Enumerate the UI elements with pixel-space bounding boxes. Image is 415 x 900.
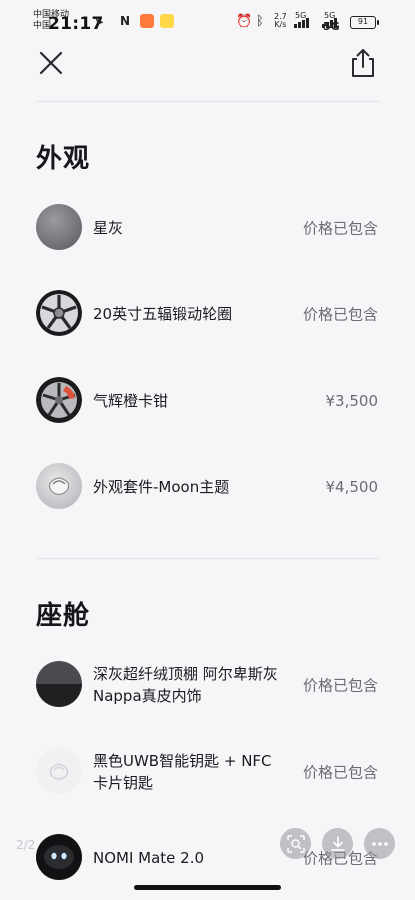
close-icon (39, 51, 63, 75)
smart-key-icon (36, 748, 82, 794)
network-type: 5G (323, 20, 340, 33)
more-dots-icon (371, 841, 388, 846)
share-icon (352, 49, 374, 77)
interior-trim-icon (36, 661, 82, 707)
orange-caliper-icon (36, 377, 82, 423)
option-name: NOMI Mate 2.0 (93, 849, 205, 867)
image-search-button[interactable] (280, 828, 311, 859)
option-item-exterior-color[interactable]: 星灰 价格已包含 (36, 204, 380, 252)
wheel-rim-icon (36, 290, 82, 336)
option-price: 价格已包含 (302, 219, 378, 238)
grey-paint-swatch-icon (36, 204, 82, 250)
header-divider (36, 101, 380, 102)
download-icon (330, 835, 345, 851)
option-item-wheel[interactable]: 20英寸五辐锻动轮圈 价格已包含 (36, 290, 380, 338)
option-price: 价格已包含 (302, 676, 378, 695)
option-name: 20英寸五辐锻动轮圈 (93, 305, 233, 323)
option-name: 星灰 (93, 219, 124, 237)
home-indicator[interactable] (134, 885, 281, 890)
battery-icon: 91 (350, 16, 379, 29)
network-speed-unit: K/s (274, 20, 287, 29)
section-divider (36, 558, 380, 559)
option-price: 价格已包含 (302, 305, 378, 324)
option-name: 深灰超纤绒顶棚 阿尔卑斯灰Nappa真皮内饰 (93, 665, 278, 705)
option-name: 黑色UWB智能钥匙 + NFC卡片钥匙 (93, 752, 272, 792)
notification-app-icon (160, 14, 174, 28)
cabin-section-title: 座舱 (36, 601, 91, 631)
nfc-icon: N (120, 14, 131, 28)
more-button[interactable] (364, 828, 395, 859)
option-item-caliper[interactable]: 气辉橙卡钳 ¥3,500 (36, 377, 380, 425)
option-item-smart-key[interactable]: 黑色UWB智能钥匙 + NFC卡片钥匙 价格已包含 (36, 748, 380, 796)
option-price: ¥4,500 (325, 478, 379, 496)
network-speed: 2.7 K/s (274, 13, 287, 29)
alarm-clock-icon: ⏰ (236, 14, 253, 29)
option-item-exterior-kit[interactable]: 外观套件-Moon主题 ¥4,500 (36, 463, 380, 511)
bluetooth-icon: ᛒ (256, 14, 264, 29)
moon-theme-kit-icon (36, 463, 82, 509)
page-indicator: 2/2 (16, 838, 36, 852)
option-name: 气辉橙卡钳 (93, 392, 169, 410)
exterior-section-title: 外观 (36, 144, 91, 174)
download-button[interactable] (322, 828, 353, 859)
taobao-app-icon (140, 14, 154, 28)
share-button[interactable] (348, 46, 378, 80)
location-arrow-icon: ➤ (94, 15, 105, 29)
scan-search-icon (286, 834, 305, 853)
option-item-interior[interactable]: 深灰超纤绒顶棚 阿尔卑斯灰Nappa真皮内饰 价格已包含 (36, 661, 380, 709)
option-name: 外观套件-Moon主题 (93, 478, 230, 496)
sim1-signal-icon (294, 18, 309, 28)
close-button[interactable] (36, 48, 66, 78)
option-price: 价格已包含 (302, 763, 378, 782)
status-bar: 中国移动 中国 21:17 ➤ N ⏰ ᛒ 2.7 K/s 5G 5G 5G 9… (0, 0, 415, 44)
nomi-robot-icon (36, 834, 82, 880)
option-price: ¥3,500 (325, 392, 379, 410)
